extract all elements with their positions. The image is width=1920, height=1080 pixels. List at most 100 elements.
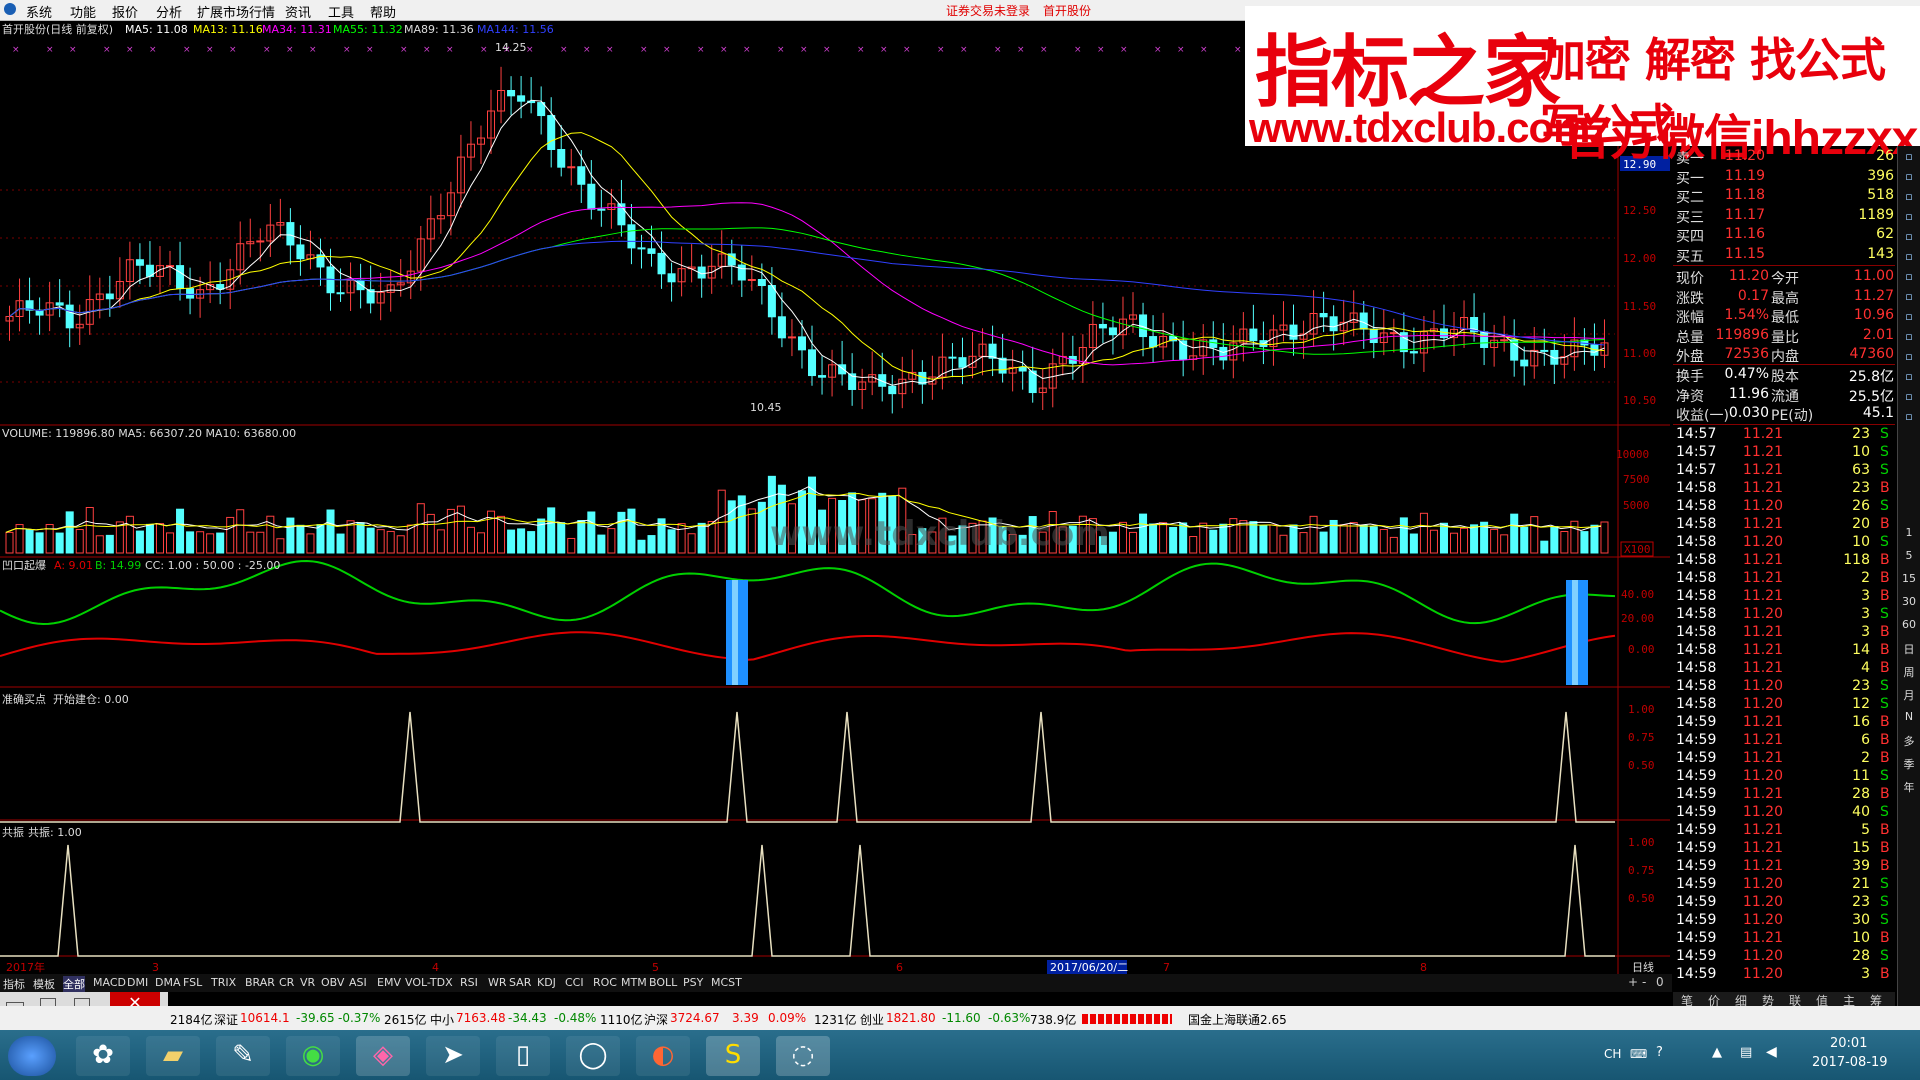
indicator-tab-dma[interactable]: DMA [155, 976, 181, 989]
indicator-tab-roc[interactable]: ROC [593, 976, 617, 989]
taskbar-app-9-icon[interactable]: ◐ [636, 1036, 690, 1076]
tick-row-19[interactable]: 14:59 11.20 11 S [1673, 768, 1895, 786]
indicator-tab-指标[interactable]: 指标 [3, 976, 25, 992]
tick-row-29[interactable]: 14:59 11.20 28 S [1673, 948, 1895, 966]
tick-row-7[interactable]: 14:58 11.21 118 B [1673, 552, 1895, 570]
indicator-tab-kdj[interactable]: KDJ [537, 976, 556, 989]
sidebar-tool-icon[interactable]: ▫ [1900, 310, 1918, 324]
sidebar-tool-icon[interactable]: ▫ [1900, 210, 1918, 224]
taskbar-app-11-icon[interactable]: ◌ [776, 1036, 830, 1076]
indicator-tab-emv[interactable]: EMV [377, 976, 401, 989]
sidebar-period-4[interactable]: 60 [1900, 618, 1918, 632]
stats-row-0[interactable]: 现价 11.20 今开 11.00 [1673, 268, 1895, 287]
indicator-tab-dmi[interactable]: DMI [127, 976, 148, 989]
sidebar-period-5[interactable]: 日 [1900, 641, 1918, 656]
sidebar-period-10[interactable]: 季 [1900, 756, 1918, 771]
sidebar-period-2[interactable]: 15 [1900, 572, 1918, 586]
status-news-ticker[interactable]: 国金上海联通2.65 [1188, 1011, 1287, 1028]
period-label[interactable]: 日线 [1632, 960, 1654, 974]
taskbar-app-5-icon[interactable]: ◈ [356, 1036, 410, 1076]
indicator-tab-boll[interactable]: BOLL [649, 976, 677, 989]
order-book-row-1[interactable]: 买一 11.19 396 [1673, 168, 1895, 187]
sidebar-tool-icon[interactable]: ▫ [1900, 250, 1918, 264]
clock-time[interactable]: 20:01 [1830, 1036, 1867, 1051]
tick-row-24[interactable]: 14:59 11.21 39 B [1673, 858, 1895, 876]
indicator-tab-asi[interactable]: ASI [349, 976, 367, 989]
tray-arrow-icon[interactable]: ▲ [1712, 1045, 1722, 1060]
tick-row-30[interactable]: 14:59 11.20 3 B [1673, 966, 1895, 984]
menu-quote[interactable]: 报价 [112, 2, 138, 21]
taskbar-tdx-icon[interactable]: S [706, 1036, 760, 1076]
taskbar-app-6-icon[interactable]: ➤ [426, 1036, 480, 1076]
menu-news[interactable]: 资讯 [285, 2, 311, 21]
sidebar-tool-icon[interactable]: ▫ [1900, 410, 1918, 424]
indicator-tab-brar[interactable]: BRAR [245, 976, 275, 989]
tick-row-3[interactable]: 14:58 11.21 23 B [1673, 480, 1895, 498]
clock-date[interactable]: 2017-08-19 [1812, 1055, 1888, 1070]
order-book-row-4[interactable]: 买四 11.16 62 [1673, 226, 1895, 245]
trade-login-status[interactable]: 证券交易未登录 [946, 2, 1030, 19]
indicator-tab-trix[interactable]: TRIX [211, 976, 236, 989]
sidebar-period-3[interactable]: 30 [1900, 595, 1918, 609]
sidebar-tool-icon[interactable]: ▫ [1900, 230, 1918, 244]
fund-row-1[interactable]: 净资 11.96 流通 25.5亿 [1673, 386, 1895, 405]
tick-row-11[interactable]: 14:58 11.21 3 B [1673, 624, 1895, 642]
menu-tools[interactable]: 工具 [328, 2, 354, 21]
sidebar-period-9[interactable]: 多 [1900, 733, 1918, 748]
network-icon[interactable]: ▤ [1740, 1045, 1752, 1060]
tick-row-18[interactable]: 14:59 11.21 2 B [1673, 750, 1895, 768]
tick-row-10[interactable]: 14:58 11.20 3 S [1673, 606, 1895, 624]
fund-row-0[interactable]: 换手 0.47% 股本 25.8亿 [1673, 366, 1895, 385]
indicator-tab-wr[interactable]: WR [488, 976, 507, 989]
volume-icon[interactable]: ◀ [1766, 1044, 1777, 1060]
stats-row-1[interactable]: 涨跌 0.17 最高 11.27 [1673, 288, 1895, 307]
chart-area[interactable]: × × × × × × × × × × × × × × × × × × × × × × × × × × × × × × × × × × × × × × × ×… [0, 20, 1670, 975]
start-button-icon[interactable] [8, 1036, 56, 1076]
sidebar-tool-icon[interactable]: ▫ [1900, 390, 1918, 404]
sidebar-tool-icon[interactable]: ▫ [1900, 150, 1918, 164]
indicator-tab-模板[interactable]: 模板 [33, 976, 55, 992]
order-book-row-5[interactable]: 买五 11.15 143 [1673, 246, 1895, 265]
tick-row-13[interactable]: 14:58 11.21 4 B [1673, 660, 1895, 678]
menu-system[interactable]: 系统 [26, 2, 52, 21]
tick-row-21[interactable]: 14:59 11.20 40 S [1673, 804, 1895, 822]
tick-row-2[interactable]: 14:57 11.21 63 S [1673, 462, 1895, 480]
indicator-tab-vol-tdx[interactable]: VOL-TDX [405, 976, 453, 989]
order-book-row-0[interactable]: 卖一 11.20 26 [1673, 148, 1895, 167]
tick-row-20[interactable]: 14:59 11.21 28 B [1673, 786, 1895, 804]
sidebar-tool-icon[interactable]: ▫ [1900, 290, 1918, 304]
taskbar-browser-icon[interactable]: ◉ [286, 1036, 340, 1076]
indicator-tab-obv[interactable]: OBV [321, 976, 344, 989]
tick-row-12[interactable]: 14:58 11.21 14 B [1673, 642, 1895, 660]
sidebar-period-6[interactable]: 周 [1900, 664, 1918, 679]
tick-row-1[interactable]: 14:57 11.21 10 S [1673, 444, 1895, 462]
menu-function[interactable]: 功能 [70, 2, 96, 21]
fund-row-2[interactable]: 收益(一) 0.030 PE(动) 45.1 [1673, 405, 1895, 424]
taskbar-explorer-icon[interactable]: ▰ [146, 1036, 200, 1076]
status-hs-label[interactable]: 沪深 [644, 1011, 668, 1028]
tick-row-8[interactable]: 14:58 11.21 2 B [1673, 570, 1895, 588]
indicator-tab-cr[interactable]: CR [279, 976, 294, 989]
sidebar-period-7[interactable]: 月 [1900, 687, 1918, 702]
sidebar-tool-icon[interactable]: ▫ [1900, 330, 1918, 344]
status-cy-label[interactable]: 创业 [860, 1011, 884, 1028]
indicator-tab-cci[interactable]: CCI [565, 976, 584, 989]
tick-row-5[interactable]: 14:58 11.21 20 B [1673, 516, 1895, 534]
tick-row-28[interactable]: 14:59 11.21 10 B [1673, 930, 1895, 948]
ime-indicator[interactable]: CH [1604, 1047, 1621, 1061]
tick-row-9[interactable]: 14:58 11.21 3 B [1673, 588, 1895, 606]
status-zx-label[interactable]: 中小 [430, 1011, 454, 1028]
indicator-tab-mcst[interactable]: MCST [711, 976, 742, 989]
tick-row-25[interactable]: 14:59 11.20 21 S [1673, 876, 1895, 894]
menu-analysis[interactable]: 分析 [156, 2, 182, 21]
tick-row-15[interactable]: 14:58 11.20 12 S [1673, 696, 1895, 714]
sidebar-period-11[interactable]: 年 [1900, 779, 1918, 794]
sidebar-tool-icon[interactable]: ▫ [1900, 190, 1918, 204]
status-sz-label[interactable]: 深证 [214, 1011, 238, 1028]
sidebar-period-1[interactable]: 5 [1900, 549, 1918, 563]
taskbar-app-3-icon[interactable]: ✎ [216, 1036, 270, 1076]
tick-row-6[interactable]: 14:58 11.20 10 S [1673, 534, 1895, 552]
stats-row-3[interactable]: 总量 119896 量比 2.01 [1673, 327, 1895, 346]
sidebar-tool-icon[interactable]: ▫ [1900, 270, 1918, 284]
menu-extended-market[interactable]: 扩展市场行情 [197, 2, 275, 21]
